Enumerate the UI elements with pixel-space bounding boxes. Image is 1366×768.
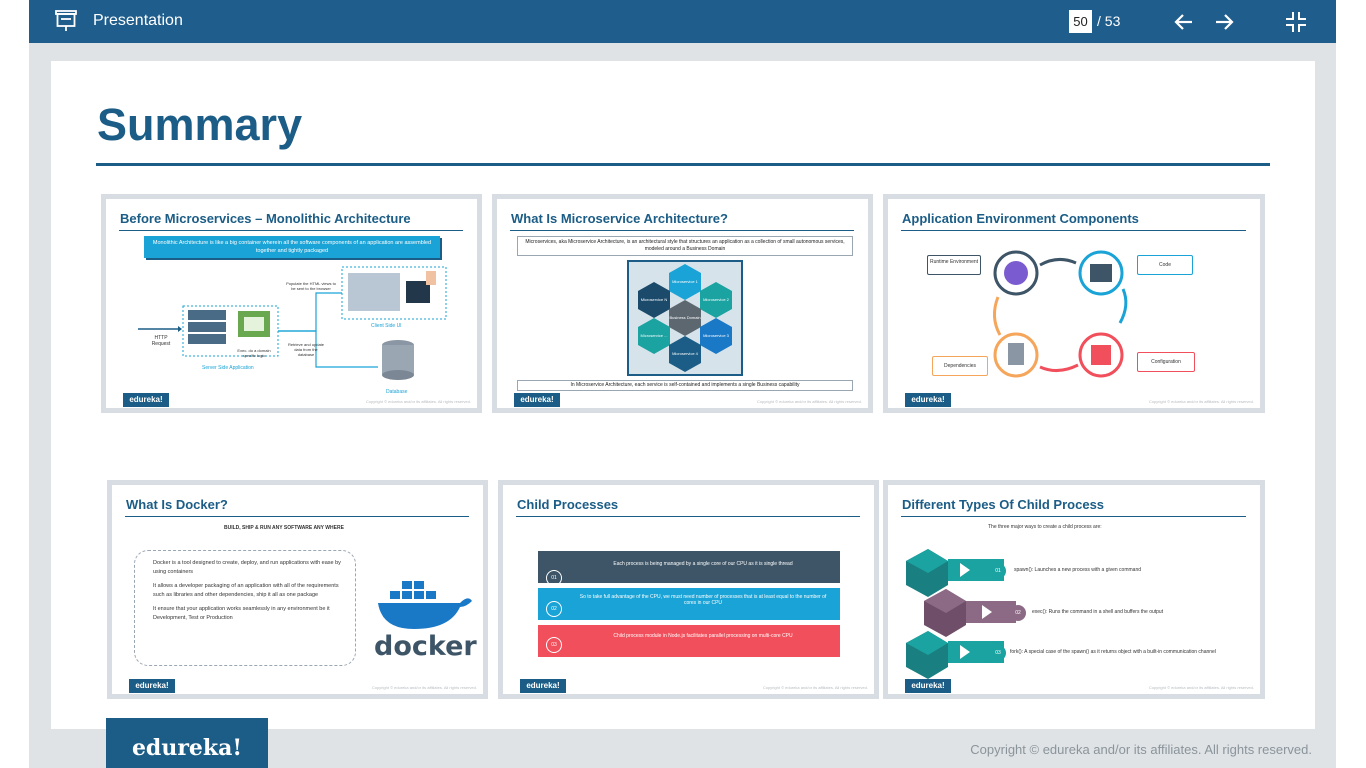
thumb-logo: edureka! xyxy=(129,679,175,693)
presentation-icon xyxy=(55,10,77,31)
step-1: 01 Each process is being managed by a si… xyxy=(538,551,840,586)
item-number: 02 xyxy=(1010,605,1026,621)
arrow-left-icon[interactable] xyxy=(1172,10,1196,34)
page-total: / 53 xyxy=(1097,13,1121,29)
label-populate: Populate the HTML views to be sent to th… xyxy=(286,281,336,291)
bullet-1: Docker is a tool designed to create, dep… xyxy=(153,560,341,575)
thumb-copyright: Copyright © edureka and/or its affiliate… xyxy=(1148,399,1254,404)
hex-label-n: Microservice N xyxy=(640,297,668,302)
edureka-logo: edureka! xyxy=(106,718,268,768)
box-dependencies: Dependencies xyxy=(932,356,988,376)
thumb-logo: edureka! xyxy=(905,393,951,407)
item-exec: exec(): Runs the command in a shell and … xyxy=(1032,609,1164,615)
label-exec: Exec. do a domain specific logic xyxy=(237,348,271,358)
thumb-copyright: Copyright © edureka and/or its affiliate… xyxy=(1148,685,1254,690)
docker-bullets: Docker is a tool designed to create, dep… xyxy=(134,550,356,666)
thumb-docker[interactable]: What Is Docker? BUILD, SHIP & RUN ANY SO… xyxy=(107,480,488,699)
label-database: Database xyxy=(386,389,408,395)
app-title: Presentation xyxy=(93,12,183,29)
thumb-rule xyxy=(516,516,860,517)
exit-fullscreen-icon[interactable] xyxy=(1284,10,1308,34)
hex-label-3: Microservice 3 xyxy=(703,333,729,338)
hex-label-1: Microservice 1 xyxy=(672,279,698,284)
item-fork: fork(): A special case of the spawn() as… xyxy=(1010,649,1216,655)
step-number: 01 xyxy=(546,570,562,586)
thumb-logo: edureka! xyxy=(520,679,566,693)
thumb-logo: edureka! xyxy=(905,679,951,693)
title-underline xyxy=(96,163,1270,166)
step-number: 02 xyxy=(546,601,562,617)
box-configuration: Configuration xyxy=(1137,352,1195,372)
thumb-logo: edureka! xyxy=(514,393,560,407)
label-server-app: Server Side Application xyxy=(202,365,254,371)
thumb-microservice[interactable]: What Is Microservice Architecture? Micro… xyxy=(492,194,873,413)
box-runtime: Runtime Environment xyxy=(927,255,981,275)
box-code: Code xyxy=(1137,255,1193,275)
types-intro: The three major ways to create a child p… xyxy=(988,524,1102,530)
presentation-toolbar: Presentation 50 / 53 xyxy=(29,0,1336,43)
thumb-rule xyxy=(901,230,1246,231)
thumb-child-processes[interactable]: Child Processes 01 Each process is being… xyxy=(498,480,879,699)
page-number-input[interactable]: 50 xyxy=(1069,10,1092,33)
hex-label-more: Microservice ... xyxy=(640,333,668,338)
thumb-copyright: Copyright © edureka and/or its affiliate… xyxy=(756,399,862,404)
label-client-ui: Client Side UI xyxy=(371,323,402,329)
thumb-copyright: Copyright © edureka and/or its affiliate… xyxy=(762,685,868,690)
thumb-monolithic[interactable]: Before Microservices – Monolithic Archit… xyxy=(101,194,482,413)
callout-box: Monolithic Architecture is like a big co… xyxy=(144,236,440,258)
step-text: So to take full advantage of the CPU, we… xyxy=(579,594,827,606)
bullet-2: It allows a developer packaging of an ap… xyxy=(153,583,339,598)
thumb-rule xyxy=(901,516,1246,517)
thumb-rule xyxy=(510,230,854,231)
thumb-rule xyxy=(119,230,463,231)
step-text: Each process is being managed by a singl… xyxy=(613,561,793,567)
thumb-title: Child Processes xyxy=(517,497,619,512)
thumb-child-process-types[interactable]: Different Types Of Child Process The thr… xyxy=(883,480,1265,699)
thumb-logo: edureka! xyxy=(123,393,169,407)
slide-title: Summary xyxy=(97,99,303,150)
hex-label-2: Microservice 2 xyxy=(703,297,729,302)
footer-copyright: Copyright © edureka and/or its affiliate… xyxy=(970,742,1312,757)
thumb-app-environment[interactable]: Application Environment Components Runti… xyxy=(883,194,1265,413)
hex-label-domain: Business Domain xyxy=(669,315,701,320)
step-2: 02 So to take full advantage of the CPU,… xyxy=(538,588,840,620)
slide-canvas: Summary Before Microservices – Monolithi… xyxy=(51,61,1315,729)
step-number: 03 xyxy=(546,637,562,653)
item-number: 03 xyxy=(990,645,1006,661)
docker-whale-icon xyxy=(378,581,472,629)
item-number: 01 xyxy=(990,563,1006,579)
bullet-3: It ensure that your application works se… xyxy=(153,606,330,621)
docker-quote: BUILD, SHIP & RUN ANY SOFTWARE ANY WHERE xyxy=(224,525,344,531)
step-3: 03 Child process module in Node.js facil… xyxy=(538,625,840,657)
thumb-rule xyxy=(125,516,469,517)
thumb-title: Before Microservices – Monolithic Archit… xyxy=(120,211,411,226)
thumb-title: What Is Microservice Architecture? xyxy=(511,211,728,226)
step-text: Child process module in Node.js facilita… xyxy=(613,633,793,639)
intro-box: Microservices, aka Microservice Architec… xyxy=(517,236,853,256)
item-spawn: spawn(): Launches a new process with a g… xyxy=(1014,567,1142,573)
label-http: HTTP Request xyxy=(151,335,171,347)
thumb-title: What Is Docker? xyxy=(126,497,228,512)
label-retrieve: Retrieve and update data from the databa… xyxy=(287,342,325,357)
bottom-box: In Microservice Architecture, each servi… xyxy=(517,380,853,391)
process-steps: 01 Each process is being managed by a si… xyxy=(538,551,840,657)
arrow-right-icon[interactable] xyxy=(1212,10,1236,34)
thumb-title: Different Types Of Child Process xyxy=(902,497,1105,512)
thumb-copyright: Copyright © edureka and/or its affiliate… xyxy=(365,399,471,404)
thumb-title: Application Environment Components xyxy=(902,211,1139,226)
hex-label-4: Microservice 4 xyxy=(672,351,698,356)
thumb-copyright: Copyright © edureka and/or its affiliate… xyxy=(371,685,477,690)
docker-logo-text: docker xyxy=(374,631,477,662)
